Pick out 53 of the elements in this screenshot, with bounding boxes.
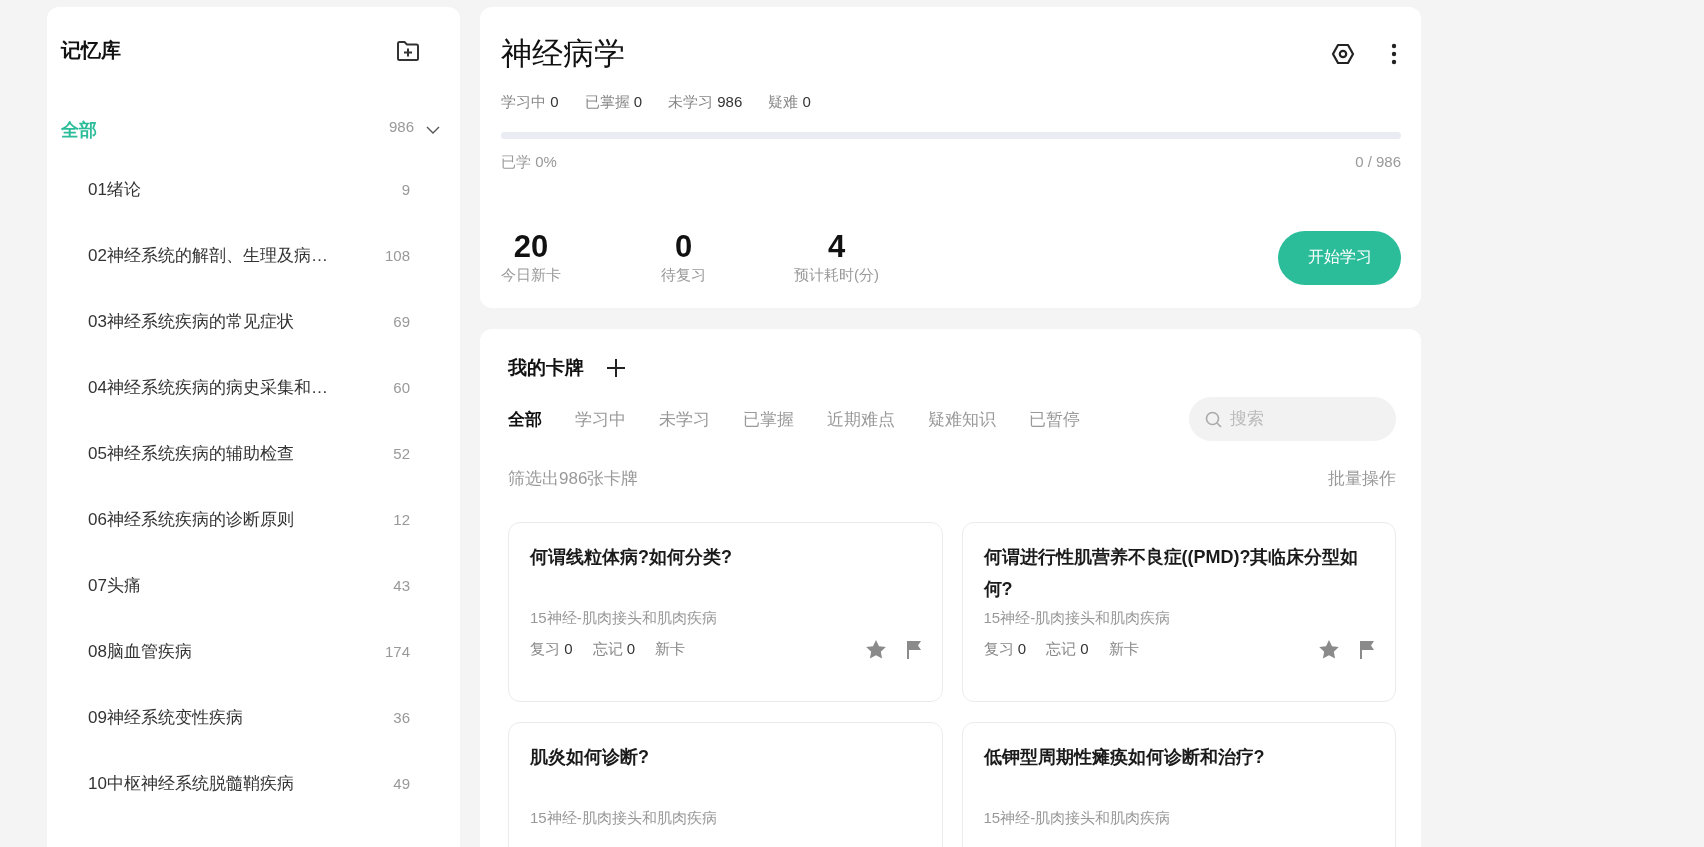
tree-item[interactable]: 06神经系统疾病的诊断原则 12 xyxy=(61,486,460,552)
filter-tab[interactable]: 全部 xyxy=(508,407,542,431)
more-icon[interactable] xyxy=(1391,43,1397,65)
card-deck-name: 15神经-肌肉接头和肌肉疾病 xyxy=(530,609,717,628)
tree-item[interactable]: 07头痛 43 xyxy=(61,552,460,618)
summary-number: 20 xyxy=(513,230,549,264)
flashcard[interactable]: 低钾型周期性瘫痪如何诊断和治疗? 15神经-肌肉接头和肌肉疾病 xyxy=(961,722,1396,847)
tree-item[interactable]: 05神经系统疾病的辅助检查 52 xyxy=(61,420,460,486)
card-deck-name: 15神经-肌肉接头和肌肉疾病 xyxy=(983,609,1171,628)
summary-number: 4 xyxy=(827,230,846,264)
flashcard[interactable]: 肌炎如何诊断? 15神经-肌肉接头和肌肉疾病 xyxy=(508,722,943,847)
card-question: 何谓线粒体病?如何分类? xyxy=(530,546,733,569)
tree-item[interactable]: 02神经系统的解剖、生理及病… 108 xyxy=(61,222,460,288)
tree-item[interactable]: 09神经系统变性疾病 36 xyxy=(61,684,460,750)
flashcard[interactable]: 何谓线粒体病?如何分类? 15神经-肌肉接头和肌肉疾病 复习 0 忘记 0 新卡 xyxy=(508,522,943,702)
add-icon[interactable] xyxy=(606,358,626,378)
card-status: 新卡 xyxy=(655,640,686,659)
summary-label: 待复习 xyxy=(661,266,706,285)
deck-title: 神经病学 xyxy=(501,35,625,73)
card-deck-name: 15神经-肌肉接头和肌肉疾病 xyxy=(983,809,1171,828)
card-stat: 忘记 0 xyxy=(1046,640,1089,659)
card-question: 何谓进行性肌营养不良症((PMD)?其临床分型如何? xyxy=(983,546,1360,601)
stat-text: 已掌握 0 xyxy=(584,93,643,112)
progress-count: 0 / 986 xyxy=(1355,153,1401,172)
progress-caption: 已学 0% xyxy=(501,153,557,172)
star-icon[interactable] xyxy=(1319,640,1339,659)
flag-icon[interactable] xyxy=(905,640,922,659)
tree-item[interactable]: 01绪论 9 xyxy=(61,156,460,222)
stat-text: 未学习 986 xyxy=(668,93,743,112)
card-status: 新卡 xyxy=(1108,640,1139,659)
card-question: 低钾型周期性瘫痪如何诊断和治疗? xyxy=(983,746,1266,769)
stat-text: 学习中 0 xyxy=(501,93,559,112)
summary-label: 预计耗时(分) xyxy=(794,266,879,285)
summary-label: 今日新卡 xyxy=(501,266,561,285)
flag-icon[interactable] xyxy=(1359,640,1375,659)
card-question: 肌炎如何诊断? xyxy=(530,746,650,769)
filter-result-text: 筛选出986张卡牌 xyxy=(508,468,639,490)
flashcard[interactable]: 何谓进行性肌营养不良症((PMD)?其临床分型如何? 15神经-肌肉接头和肌肉疾病 复习 0 忘记 0 新卡 xyxy=(961,522,1396,702)
add-folder-icon[interactable] xyxy=(396,39,420,62)
card-stat: 复习 0 xyxy=(530,640,573,659)
stat-text: 疑难 0 xyxy=(768,93,811,112)
summary-number: 0 xyxy=(674,230,693,264)
tree-item[interactable]: 10中枢神经系统脱髓鞘疾病 49 xyxy=(61,750,460,816)
sidebar-title: 记忆库 xyxy=(61,38,121,63)
card-stat: 忘记 0 xyxy=(592,640,636,659)
tree-item[interactable]: 03神经系统疾病的常见症状 69 xyxy=(61,288,460,354)
panel-title: 我的卡牌 xyxy=(508,356,584,380)
card-deck-name: 15神经-肌肉接头和肌肉疾病 xyxy=(530,809,717,828)
tree-item[interactable]: 08脑血管疾病 174 xyxy=(61,618,460,684)
tree-item[interactable]: 04神经系统疾病的病史采集和… 60 xyxy=(61,354,460,420)
card-stat: 复习 0 xyxy=(983,640,1026,659)
settings-icon[interactable] xyxy=(1331,42,1355,66)
star-icon[interactable] xyxy=(865,640,886,659)
